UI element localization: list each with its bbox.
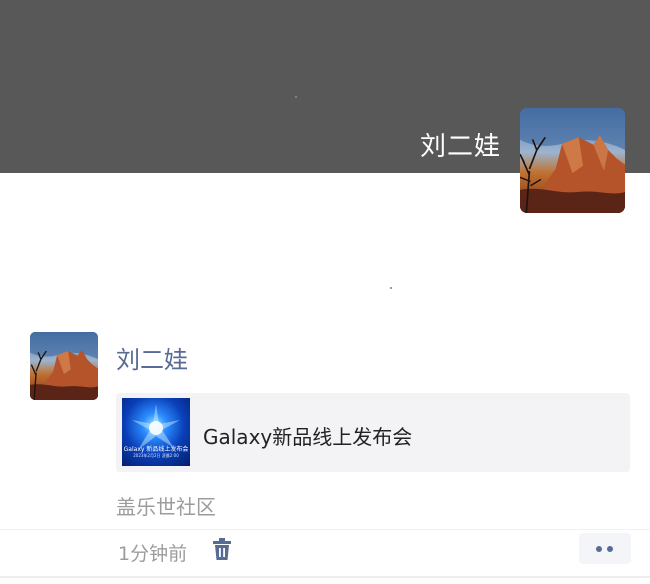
- post-author-avatar[interactable]: [30, 332, 98, 400]
- delete-button[interactable]: [211, 537, 233, 561]
- avatar-image: [520, 108, 625, 213]
- more-button[interactable]: [579, 533, 631, 564]
- link-title: Galaxy新品线上发布会: [203, 425, 413, 449]
- trash-icon: [213, 538, 231, 560]
- thumbnail-subtitle: 2023年2月2日 凌晨2:00: [133, 453, 179, 458]
- post-author-name[interactable]: 刘二娃: [116, 340, 188, 375]
- avatar-image: [30, 332, 98, 400]
- profile-name: 刘二娃: [419, 132, 501, 162]
- thumbnail-title: Galaxy 新品线上发布会: [123, 446, 189, 453]
- post-source[interactable]: 盖乐世社区: [116, 491, 216, 520]
- more-icon: [596, 546, 602, 552]
- link-thumbnail: Galaxy 新品线上发布会 2023年2月2日 凌晨2:00: [122, 398, 190, 466]
- cover-speck: [295, 96, 297, 98]
- divider: [0, 529, 650, 530]
- more-icon: [607, 546, 613, 552]
- speck: [390, 287, 392, 289]
- shared-link-card[interactable]: Galaxy 新品线上发布会 2023年2月2日 凌晨2:00 Galaxy新品…: [116, 393, 630, 472]
- post-time: 1分钟前: [118, 543, 188, 565]
- profile-avatar[interactable]: [520, 108, 625, 213]
- bottom-divider: [0, 576, 650, 578]
